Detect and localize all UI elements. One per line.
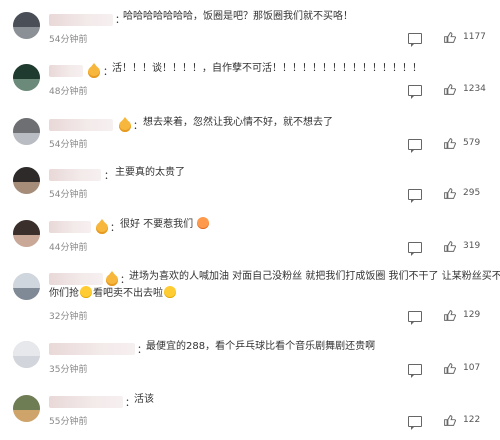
comment-list: ： 哈哈哈哈哈哈哈，饭圈是吧？那饭圈我们就不买咯！ 54分钟前 1177 ： 活…	[0, 0, 500, 440]
comment-time: 44分钟前	[49, 243, 88, 253]
crown-icon	[106, 271, 118, 286]
avatar[interactable]	[13, 64, 40, 91]
emoji-icon	[197, 217, 210, 229]
comment-text: 想去来着，忽然让我心情不好，就不想去了	[143, 117, 333, 128]
avatar[interactable]	[13, 220, 40, 247]
username-blurred[interactable]	[49, 273, 103, 285]
username-blurred[interactable]	[49, 343, 135, 355]
comment-icon[interactable]	[408, 242, 422, 256]
like-count: 579	[463, 138, 481, 148]
thumbs-up-icon[interactable]	[443, 83, 456, 96]
crown-icon	[88, 63, 100, 78]
username-blurred[interactable]	[49, 65, 83, 77]
username-blurred[interactable]	[49, 221, 91, 233]
comment-icon[interactable]	[408, 189, 422, 203]
comment-icon[interactable]	[408, 364, 422, 378]
like-count: 129	[463, 310, 481, 320]
comment-icon[interactable]	[408, 139, 422, 153]
like-count: 107	[463, 363, 481, 373]
avatar[interactable]	[13, 118, 40, 145]
like-count: 1234	[463, 84, 486, 94]
comment-text-line1: 进场为喜欢的人喊加油 对面自己没粉丝 就把我们打成饭圈 我们不干了 让某粉丝买不…	[129, 271, 500, 282]
comment-text: 主要真的太贵了	[115, 167, 185, 178]
comment-time: 55分钟前	[49, 417, 88, 427]
thumbs-up-icon[interactable]	[443, 137, 456, 150]
comment-text: 活该	[134, 394, 154, 405]
like-count: 122	[463, 415, 481, 425]
comment-time: 54分钟前	[49, 35, 88, 45]
comment-text: 哈哈哈哈哈哈哈，饭圈是吧？那饭圈我们就不买咯！	[123, 11, 353, 22]
comment-text-part: 你们抢	[49, 288, 79, 299]
comment-text-part: 看吧卖不出去啦	[93, 288, 163, 299]
crown-icon	[119, 117, 131, 132]
avatar[interactable]	[13, 273, 40, 300]
avatar[interactable]	[13, 12, 40, 39]
comment-time: 54分钟前	[49, 190, 88, 200]
crown-icon	[96, 219, 108, 234]
comment-time: 54分钟前	[49, 140, 88, 150]
username-blurred[interactable]	[49, 14, 113, 26]
thumbs-up-icon[interactable]	[443, 240, 456, 253]
avatar[interactable]	[13, 395, 40, 422]
thumbs-up-icon[interactable]	[443, 414, 456, 427]
comment-icon[interactable]	[408, 33, 422, 47]
like-count: 295	[463, 188, 481, 198]
comment-time: 32分钟前	[49, 312, 88, 322]
comment-text-content: 很好 不要惹我们	[120, 219, 194, 230]
colon: ：	[133, 121, 143, 132]
like-count: 319	[463, 241, 481, 251]
like-count: 1177	[463, 32, 486, 42]
comment-icon[interactable]	[408, 85, 422, 99]
comment-text-line2: 你们抢 看吧卖不出去啦	[49, 286, 177, 302]
emoji-icon	[80, 286, 92, 298]
emoji-icon	[164, 286, 176, 298]
colon: ：	[110, 223, 120, 234]
thumbs-up-icon[interactable]	[443, 362, 456, 375]
comment-text: 最便宜的288，看个乒乓球比看个音乐剧舞剧还贵啊	[146, 341, 376, 352]
username-blurred[interactable]	[49, 169, 101, 181]
comment-icon[interactable]	[408, 311, 422, 325]
comment-text: 活！！！谈！！！！，自作孽不可活！！！！！！！！！！！！！！！	[112, 63, 422, 74]
comment-icon[interactable]	[408, 416, 422, 430]
avatar[interactable]	[13, 167, 40, 194]
thumbs-up-icon[interactable]	[443, 309, 456, 322]
username-blurred[interactable]	[49, 119, 113, 131]
comment-time: 35分钟前	[49, 365, 88, 375]
thumbs-up-icon[interactable]	[443, 187, 456, 200]
username-blurred[interactable]	[49, 396, 123, 408]
colon: ：	[104, 171, 114, 182]
thumbs-up-icon[interactable]	[443, 31, 456, 44]
comment-text: 很好 不要惹我们	[120, 217, 210, 233]
avatar[interactable]	[13, 341, 40, 368]
comment-time: 48分钟前	[49, 87, 88, 97]
